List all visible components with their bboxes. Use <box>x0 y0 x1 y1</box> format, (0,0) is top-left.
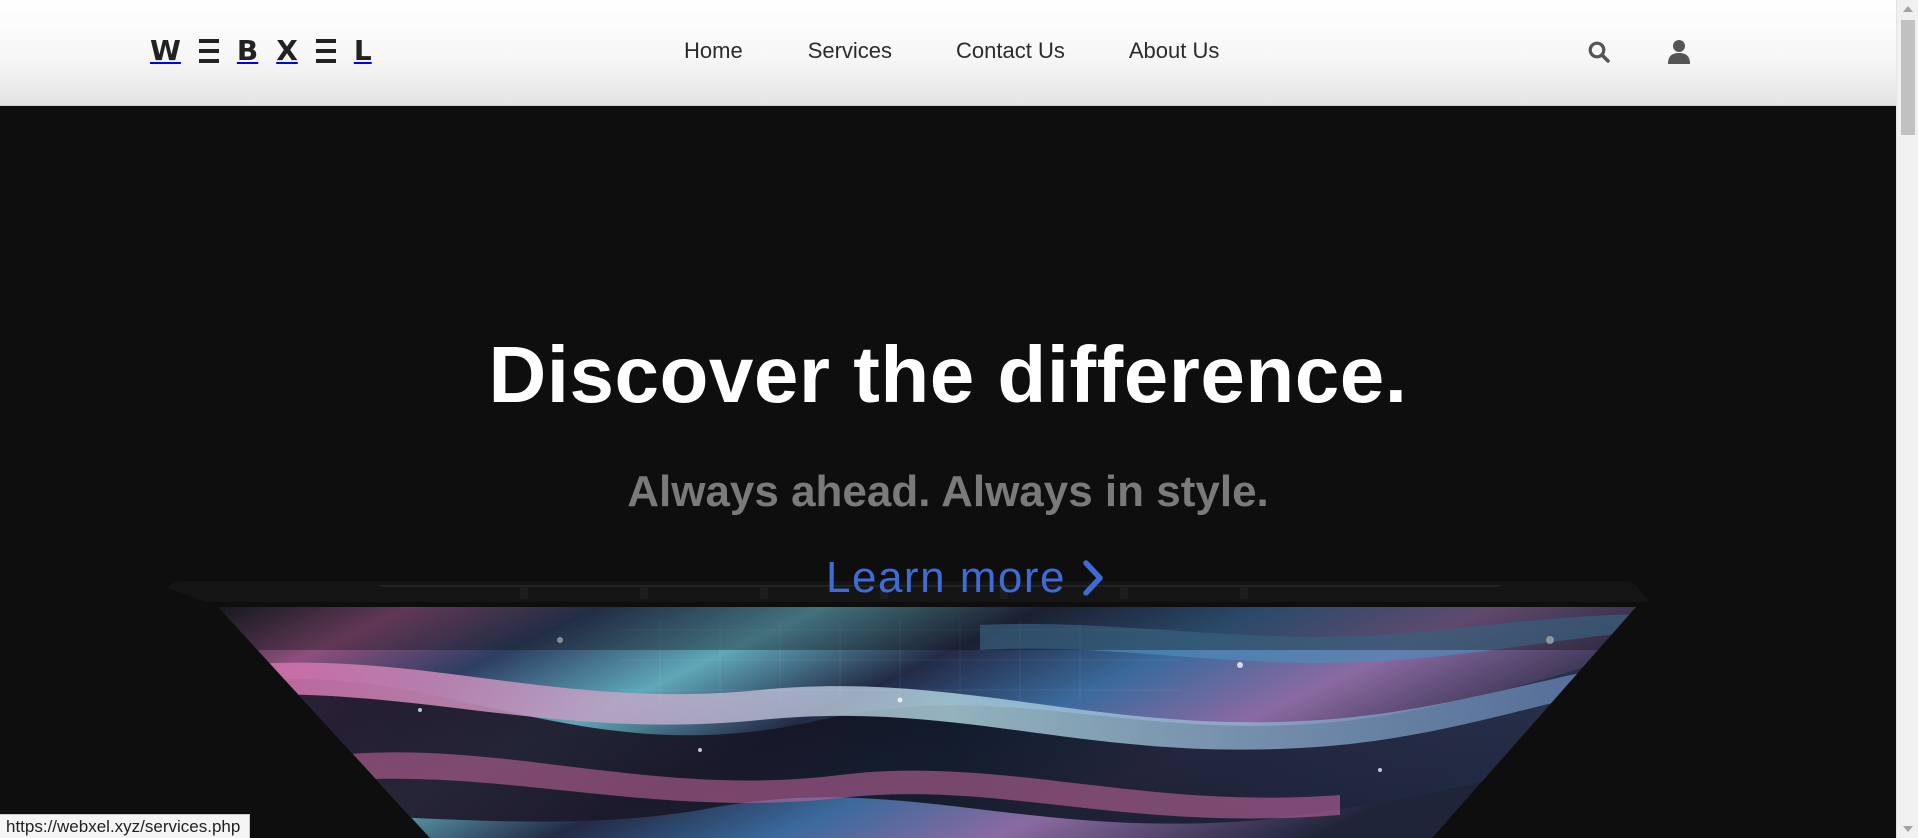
logo-letter-x: X <box>276 34 298 67</box>
link-status-url: https://webxel.xyz/services.php <box>0 814 251 838</box>
site-logo[interactable]: W B X L <box>150 34 372 68</box>
logo-letter-e <box>198 39 219 63</box>
nav-link-contact[interactable]: Contact Us <box>956 36 1065 66</box>
scrollbar-thumb[interactable] <box>1901 20 1915 135</box>
learn-more-label: Learn more <box>826 553 1067 602</box>
logo-letter-l: L <box>353 34 372 67</box>
scroll-down-arrow-icon[interactable] <box>1897 820 1918 838</box>
search-icon[interactable] <box>1585 38 1613 66</box>
logo-letter-w: W <box>150 34 181 67</box>
learn-more-link[interactable]: Learn more <box>826 549 1104 607</box>
chevron-right-icon <box>1082 560 1104 596</box>
main-nav: Home Services Contact Us About Us <box>684 36 1219 66</box>
scroll-up-arrow-icon[interactable] <box>1897 0 1918 18</box>
logo-letter-e-2 <box>315 39 336 63</box>
hero-laptop-image <box>0 570 1896 838</box>
browser-viewport: W B X L Home Services Contact Us About U… <box>0 0 1896 838</box>
user-icon[interactable] <box>1665 38 1693 66</box>
nav-link-services[interactable]: Services <box>808 36 892 66</box>
nav-link-home[interactable]: Home <box>684 36 743 66</box>
page-scrollbar[interactable] <box>1896 0 1918 838</box>
logo-letter-b: B <box>236 34 259 67</box>
site-header: W B X L Home Services Contact Us About U… <box>0 0 1896 106</box>
hero-subtitle: Always ahead. Always in style. <box>627 467 1269 516</box>
nav-link-about[interactable]: About Us <box>1129 36 1220 66</box>
hero-title: Discover the difference. <box>488 330 1408 419</box>
